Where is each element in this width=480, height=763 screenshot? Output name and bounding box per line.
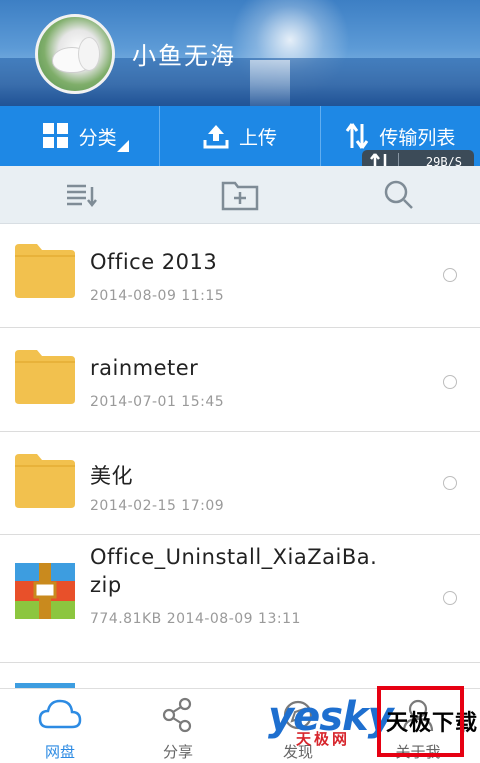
- grid-icon: [42, 123, 68, 148]
- nav-netdisk[interactable]: 网盘: [0, 689, 120, 763]
- zip-archive-icon: [15, 563, 75, 619]
- file-meta: 2014-07-01 15:45: [90, 394, 225, 410]
- highlight-box: [377, 686, 464, 757]
- file-meta: 2014-02-15 17:09: [90, 498, 225, 514]
- avatar[interactable]: [35, 14, 115, 94]
- file-name: 美化: [90, 464, 133, 488]
- file-name: Office 2013: [90, 250, 218, 274]
- yesky-watermark-logo: yesky 天极网: [268, 694, 394, 748]
- tab-category-label: 分类: [78, 126, 117, 149]
- folder-icon: [15, 244, 75, 298]
- nav-netdisk-label: 网盘: [44, 743, 75, 761]
- folder-icon: [15, 350, 75, 404]
- folder-icon: [15, 454, 75, 508]
- new-folder-icon[interactable]: [221, 179, 259, 211]
- list-item[interactable]: Office 2013 2014-08-09 11:15: [0, 224, 480, 328]
- nav-share[interactable]: 分享: [118, 689, 238, 763]
- tab-upload-label: 上传: [238, 126, 277, 149]
- nav-share-label: 分享: [162, 743, 193, 761]
- list-item[interactable]: Office_Uninstall_XiaZaiBa. zip 774.81KB …: [0, 535, 480, 663]
- tab-category[interactable]: 分类: [0, 106, 159, 166]
- select-radio[interactable]: [443, 591, 457, 605]
- cloud-icon: [38, 699, 82, 729]
- select-radio[interactable]: [443, 476, 457, 490]
- search-icon[interactable]: [383, 179, 415, 211]
- list-item[interactable]: 美化 2014-02-15 17:09: [0, 432, 480, 535]
- file-name: rainmeter: [90, 356, 199, 380]
- file-meta: 2014-08-09 11:15: [90, 288, 225, 304]
- file-toolbar: [0, 166, 480, 224]
- sort-list-icon[interactable]: [64, 179, 98, 209]
- select-radio[interactable]: [443, 375, 457, 389]
- file-meta: 774.81KB 2014-08-09 13:11: [90, 611, 301, 627]
- file-list: Office 2013 2014-08-09 11:15 rainmeter 2…: [0, 224, 480, 703]
- list-item[interactable]: rainmeter 2014-07-01 15:45: [0, 328, 480, 432]
- upload-icon: [203, 125, 229, 149]
- tab-transfer-list-label: 传输列表: [379, 126, 456, 149]
- profile-header: 小鱼无海: [0, 0, 480, 106]
- file-name-continued: zip: [90, 573, 122, 597]
- username: 小鱼无海: [132, 42, 236, 70]
- tab-upload[interactable]: 上传: [159, 106, 319, 166]
- file-name: Office_Uninstall_XiaZaiBa.: [90, 545, 378, 569]
- transfer-icon: [346, 123, 369, 149]
- dropdown-triangle-icon: [117, 140, 129, 152]
- select-radio[interactable]: [443, 268, 457, 282]
- share-icon: [162, 697, 192, 733]
